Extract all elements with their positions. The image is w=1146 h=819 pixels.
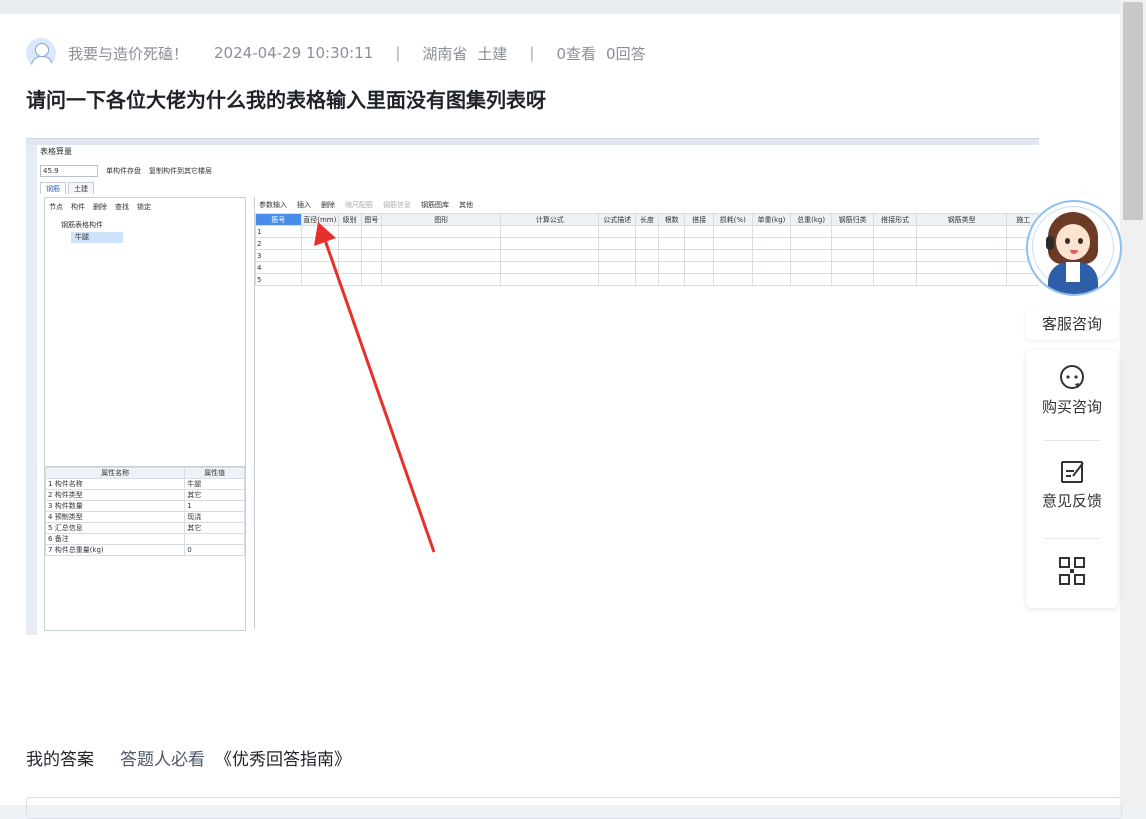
page-scrollbar[interactable]	[1120, 0, 1146, 805]
screenshot-top-strip	[26, 139, 1039, 145]
answer-guide-link[interactable]: 《优秀回答指南》	[215, 745, 351, 770]
qr-code-icon	[1059, 557, 1085, 585]
grid-header: 搭接形式	[873, 213, 917, 226]
rebar-grid: 筋号 直径(mm) 级别 图号 图形 计算公式 公式描述 长度 根数 搭接 损耗…	[255, 213, 1039, 286]
grid-header: 损耗(%)	[713, 213, 753, 226]
rebar-grid-panel: 参数输入 插入 删除 缩尺配筋 钢筋信息 钢筋图库 其他 筋号 直径(mm) 级…	[254, 197, 1039, 629]
grid-header: 级别	[337, 213, 362, 226]
component-panel: 节点 构件 删除 查找 锁定 钢筋表格构件 牛腿 属性名称 属性值 1 构件名称…	[44, 197, 246, 631]
prop-row: 4 预制类型 现浇	[44, 511, 245, 523]
grid-header: 总重(kg)	[790, 213, 832, 226]
property-table: 属性名称 属性值 1 构件名称 牛腿 2 构件类型 其它 3 构件数量 1 4 预制类…	[44, 466, 245, 556]
customer-service-avatar[interactable]	[1026, 200, 1122, 296]
question-meta: 我要与造价死磕！ 2024-04-29 10:30:11 | 湖南省 土建 | …	[26, 38, 646, 68]
toolbar-item: 钢筋信息	[383, 201, 411, 209]
screenshot-window-title: 表格算量	[40, 147, 72, 156]
customer-service-button[interactable]: 客服咨询	[1026, 308, 1118, 340]
prop-row: 2 构件类型 其它	[44, 489, 245, 501]
toolbar-item: 插入	[297, 201, 311, 209]
grid-header: 计算公式	[500, 213, 600, 226]
sidebar-divider	[1044, 440, 1100, 441]
view-count: 0查看	[556, 44, 597, 63]
grid-row: 2	[255, 237, 1039, 250]
top-strip	[0, 0, 1146, 14]
my-answer-label: 我的答案	[26, 750, 94, 770]
scrollbar-thumb[interactable]	[1123, 2, 1143, 220]
sidebar-divider	[1044, 538, 1100, 539]
prop-header: 属性值	[184, 467, 245, 479]
grid-row: 1	[255, 225, 1039, 238]
answer-count: 0回答	[606, 44, 646, 63]
grid-header: 钢筋归类	[830, 213, 875, 226]
post-datetime: 2024-04-29 10:30:11	[214, 44, 374, 62]
prop-row: 5 汇总信息 其它	[44, 522, 245, 534]
tree-child: 牛腿	[71, 232, 123, 243]
floating-sidebar: 购买咨询 意见反馈	[1026, 350, 1118, 608]
screenshot-tabs: 钢筋 土建	[40, 182, 96, 194]
answer-input[interactable]	[26, 797, 1122, 819]
grid-header: 搭接	[684, 213, 714, 226]
answer-bar: 我的答案 答题人必看 《优秀回答指南》	[26, 745, 351, 770]
component-toolbar: 节点 构件 删除 查找 锁定	[49, 202, 159, 212]
question-title: 请问一下各位大佬为什么我的表格输入里面没有图集列表呀	[26, 88, 546, 112]
floor-select: 45.9	[40, 165, 98, 177]
toolbar-item: 删除	[321, 201, 335, 209]
toolbar-item: 复制构件到其它楼层	[149, 167, 212, 175]
grid-header: 直径(mm)	[300, 213, 339, 226]
attached-screenshot[interactable]: 表格算量 45.9 单构件存盘 复制构件到其它楼层 钢筋 土建 节点 构件 删除…	[26, 138, 1039, 635]
prop-row: 7 构件总重量(kg) 0	[44, 544, 245, 556]
grid-header: 长度	[635, 213, 659, 226]
toolbar-item: 构件	[71, 203, 85, 211]
avatar[interactable]	[26, 38, 56, 68]
toolbar-item: 缩尺配筋	[345, 201, 373, 209]
meta-separator: |	[395, 44, 401, 62]
toolbar-item: 删除	[93, 203, 107, 211]
tree-root: 钢筋表格构件	[61, 221, 103, 229]
grid-row: 3	[255, 249, 1039, 262]
feedback-label: 意见反馈	[1041, 492, 1102, 510]
qr-code-button[interactable]	[1026, 556, 1118, 590]
must-read-label: 答题人必看	[120, 750, 205, 770]
grid-header: 单重(kg)	[751, 213, 792, 226]
grid-header: 公式描述	[598, 213, 637, 226]
feedback-edit-icon	[1061, 461, 1084, 483]
feedback-button[interactable]: 意见反馈	[1026, 458, 1118, 511]
grid-row: 5	[255, 273, 1039, 286]
screenshot-toolbar: 45.9 单构件存盘 复制构件到其它楼层	[40, 165, 1039, 177]
toolbar-item: 单构件存盘	[106, 167, 141, 175]
meta-separator: |	[529, 44, 535, 62]
grid-header: 筋号	[255, 213, 302, 226]
chat-bubble-icon	[1060, 365, 1084, 389]
grid-header: 钢筋类型	[915, 213, 1008, 226]
category-tag: 土建	[477, 44, 508, 63]
grid-header: 根数	[657, 213, 686, 226]
prop-row: 3 构件数量 1	[44, 500, 245, 512]
grid-header: 图形	[381, 213, 502, 226]
toolbar-item: 节点	[49, 203, 63, 211]
prop-header: 属性名称	[44, 467, 186, 479]
author-name[interactable]: 我要与造价死磕！	[68, 43, 188, 64]
toolbar-item: 其他	[459, 201, 473, 209]
toolbar-item: 钢筋图库	[421, 201, 449, 209]
tab-civil: 土建	[68, 182, 94, 194]
region-tag: 湖南省	[422, 44, 468, 63]
screenshot-left-strip	[26, 145, 37, 635]
prop-row: 1 构件名称 牛腿	[44, 478, 245, 490]
grid-header: 图号	[360, 213, 383, 226]
toolbar-item: 参数输入	[259, 201, 287, 209]
prop-row: 6 备注	[44, 533, 245, 545]
buy-consult-button[interactable]: 购买咨询	[1026, 364, 1118, 417]
toolbar-item: 锁定	[137, 203, 151, 211]
grid-toolbar: 参数输入 插入 删除 缩尺配筋 钢筋信息 钢筋图库 其他	[259, 199, 483, 211]
toolbar-item: 查找	[115, 203, 129, 211]
grid-row: 4	[255, 261, 1039, 274]
buy-consult-label: 购买咨询	[1041, 398, 1102, 416]
tab-rebar: 钢筋	[40, 182, 66, 194]
